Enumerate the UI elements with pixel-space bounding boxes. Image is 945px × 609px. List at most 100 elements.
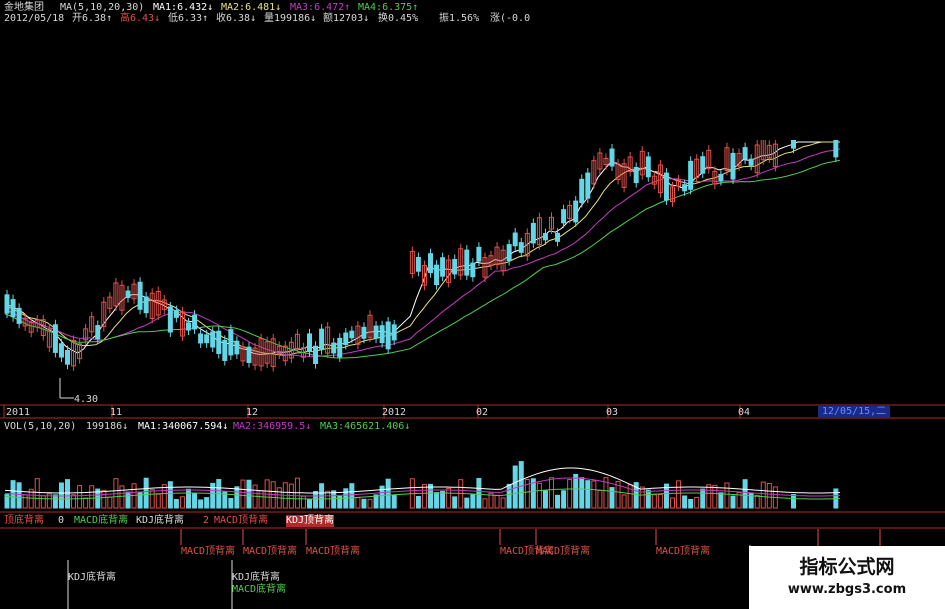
close-value: 收6.38↓ [216, 13, 257, 24]
volume-bar [645, 489, 651, 509]
candle-body [125, 290, 131, 299]
candle-body [573, 200, 579, 223]
volume-bar [579, 477, 585, 509]
candle-body [663, 172, 669, 201]
indicator-kdj-top: KDJ顶背离 [286, 515, 335, 527]
volume-bar [349, 483, 355, 509]
volume-bar [107, 496, 113, 509]
volume-bar [651, 494, 657, 509]
volume-bar [186, 488, 191, 509]
volume-bar [300, 495, 306, 509]
volume-bar [52, 494, 58, 509]
volume-bar [331, 490, 337, 509]
candle-body [16, 307, 22, 324]
candle-body [65, 349, 70, 365]
volume-bar [149, 489, 155, 509]
candle-body [415, 256, 421, 272]
candle-body [476, 246, 482, 262]
volume-bar [591, 480, 597, 509]
candle-body [530, 222, 536, 244]
volume-bar [307, 499, 312, 509]
volume-bar [434, 492, 440, 509]
bar-date: 2012/05/18 [4, 13, 65, 24]
volume-bar [688, 498, 694, 509]
volume-bar [16, 482, 22, 509]
candle-body [313, 345, 319, 365]
candle-body [682, 184, 688, 192]
candle-body [585, 172, 591, 199]
volume-bar [506, 483, 512, 509]
signal-macd-bottom: MACD底背离 [232, 584, 287, 595]
volume-bar [609, 487, 615, 509]
logo-url: www.zbgs3.com [787, 582, 907, 597]
candle-body [385, 321, 391, 350]
date-label-11: 11 [110, 407, 123, 418]
volume-bar [65, 479, 70, 509]
candle-body [506, 244, 512, 262]
volume-bar [313, 490, 319, 509]
candle-body [440, 257, 446, 277]
volume-bar [494, 494, 500, 509]
volume-bar [470, 494, 476, 509]
candle-body [361, 326, 367, 339]
candle-body [337, 337, 343, 358]
signal-macd-top-2: MACD顶背离 [243, 546, 298, 557]
volume-bar [173, 499, 179, 509]
volume-bar [694, 496, 700, 509]
vol-ma2: MA2:346959.5↓ [233, 421, 312, 432]
volume-bar [119, 485, 125, 509]
volume-bar [161, 484, 167, 509]
volume-bar [192, 492, 198, 509]
volume-bar [143, 477, 149, 509]
volume-bar [452, 496, 458, 509]
date-label-2012: 2012 [382, 407, 407, 418]
candle-body [452, 258, 458, 275]
volume-bar [440, 490, 446, 509]
volume-bar [71, 494, 77, 509]
vol-params: VOL(5,10,20) [4, 421, 77, 432]
signal-kdj-bottom-2: KDJ底背离 [232, 572, 281, 583]
signal-kdj-bottom-1: KDJ底背离 [68, 572, 117, 583]
volume-bar [730, 495, 736, 509]
candle-body [216, 330, 222, 354]
turnover-value: 换0.45% [378, 13, 419, 24]
volume-bar [597, 490, 603, 509]
volume-bar [621, 494, 627, 509]
amplitude-value: 振1.56% [439, 13, 480, 24]
low-value: 低6.33↑ [168, 13, 209, 24]
volume-bar [415, 495, 421, 509]
volume-bar [204, 497, 210, 509]
volume-bar [657, 494, 663, 509]
candle-body [186, 322, 191, 331]
candle-body [167, 306, 173, 333]
volume-bar [724, 482, 730, 509]
volume-bar [385, 478, 391, 509]
candle-body [246, 346, 252, 363]
volume-bar [676, 480, 682, 509]
volume-bar [791, 493, 796, 509]
volume-bar [742, 479, 748, 509]
volume-bar [22, 494, 28, 509]
candle-body [645, 156, 651, 178]
candle-body [609, 148, 615, 167]
volume-bar [83, 497, 89, 509]
volume-bar [549, 477, 554, 509]
candle-body [143, 296, 149, 314]
volume-bar [542, 490, 548, 509]
volume-bar [712, 484, 718, 509]
candle-body [343, 332, 349, 346]
volume-bar [228, 497, 234, 509]
vol-ma3: MA3:465621.406↓ [320, 421, 411, 432]
candle-body [192, 314, 198, 330]
vol-ma1: MA1:340067.594↓ [138, 421, 229, 432]
volume-bar [700, 488, 706, 509]
volume-bar [179, 496, 185, 509]
candle-body [518, 242, 524, 253]
volume-bar [428, 483, 433, 509]
date-label-02: 02 [476, 407, 489, 418]
candle-body [4, 294, 10, 314]
volume-bar [446, 487, 452, 509]
indicator-macd-bottom: MACD底背离 [74, 515, 129, 526]
signal-macd-top-3: MACD顶背离 [306, 546, 361, 557]
volume-bar [567, 479, 573, 509]
